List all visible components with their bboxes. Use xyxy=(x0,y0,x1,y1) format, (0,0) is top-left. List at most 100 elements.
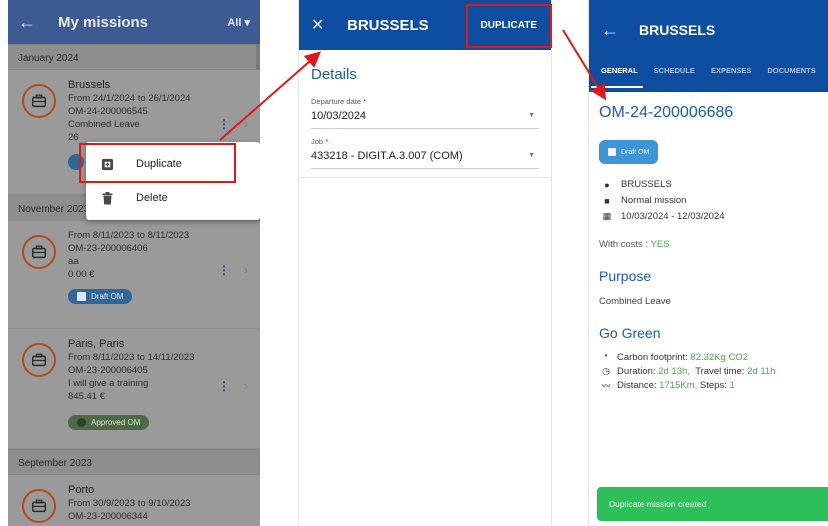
duplicate-form-screen: ✕ BRUSSELS DUPLICATE Details Departure d… xyxy=(298,0,552,526)
tab-documents[interactable]: DOCUMENTS xyxy=(759,60,823,75)
briefcase-icon xyxy=(22,84,56,118)
mission-type-row: ■ Normal mission xyxy=(599,194,818,207)
tab-general[interactable]: GENERAL xyxy=(593,60,646,75)
carbon-label: Carbon footprint: xyxy=(617,352,688,363)
job-value[interactable]: 433218 - DIGIT.A.3.007 (COM) xyxy=(311,146,539,169)
divider xyxy=(299,177,551,178)
status-badge: Approved OM xyxy=(68,415,150,430)
date-range-value: 10/03/2024 - 12/03/2024 xyxy=(621,211,725,222)
list-header: ← My missions All ▾ xyxy=(8,0,260,44)
list-item[interactable]: Porto From 30/9/2023 to 9/10/2023 OM-23-… xyxy=(8,475,260,526)
destination-row: ● BRUSSELS xyxy=(599,178,818,191)
kebab-icon[interactable]: ⋮ xyxy=(218,379,230,393)
distance-value: 1715Km, xyxy=(659,380,698,391)
costs-row: With costs : YES xyxy=(599,239,818,250)
chevron-down-icon: ▼ xyxy=(528,152,535,159)
distance-label: Distance: xyxy=(617,380,657,391)
annotation-highlight-duplicate-button xyxy=(466,4,552,48)
costs-value: YES xyxy=(650,239,670,250)
mission-number: OM-23-200006406 xyxy=(68,243,148,254)
duration-value: 2d 13h, xyxy=(658,366,690,377)
mission-number: OM-23-200006344 xyxy=(68,511,148,522)
mission-number: OM-23-200006405 xyxy=(68,365,148,376)
form-title: BRUSSELS xyxy=(347,16,429,34)
departure-date-value[interactable]: 10/03/2024 xyxy=(311,106,539,129)
list-item[interactable]: From 8/11/2023 to 8/11/2023 OM-23-200006… xyxy=(8,221,260,329)
purpose-title: Purpose xyxy=(599,268,652,284)
duration-row: ◷ Duration: 2d 13h, Travel time: 2d 11h xyxy=(599,365,818,378)
travel-value: 2d 11h xyxy=(747,366,776,377)
menu-item-delete[interactable]: Delete xyxy=(86,180,260,216)
field-label: Departure date * xyxy=(311,97,539,106)
duration-label: Duration: xyxy=(617,366,656,377)
steps-value: 1 xyxy=(729,380,735,391)
back-arrow-icon[interactable]: ← xyxy=(18,12,46,33)
required-mark: * xyxy=(325,137,329,146)
destination-value: BRUSSELS xyxy=(621,179,672,190)
chevron-right-icon: › xyxy=(244,379,248,393)
detail-header: ← BRUSSELS xyxy=(589,0,828,60)
kebab-icon[interactable]: ⋮ xyxy=(218,117,230,131)
filter-label: All xyxy=(227,16,242,29)
date-range-row: ▦ 10/03/2024 - 12/03/2024 xyxy=(599,210,818,223)
pencil-icon xyxy=(77,292,86,301)
list-item[interactable]: Paris, Paris From 8/11/2023 to 14/11/202… xyxy=(8,329,260,449)
status-badge: Draft OM xyxy=(599,140,659,164)
tab-schedule[interactable]: SCHEDULE xyxy=(646,60,703,75)
back-arrow-icon[interactable]: ← xyxy=(601,20,625,41)
footprint-icon: ❛ xyxy=(604,352,608,362)
mission-detail-screen: ← BRUSSELS GENERAL SCHEDULE EXPENSES DOC… xyxy=(588,0,828,526)
detail-title: BRUSSELS xyxy=(639,22,716,38)
suitcase-icon: ■ xyxy=(604,195,610,206)
mission-dates: From 24/1/2024 to 26/1/2024 xyxy=(68,93,191,104)
group-header: January 2024 xyxy=(8,44,260,70)
mission-name: Porto xyxy=(68,484,95,496)
detail-body: OM-24-200006686 Draft OM ● BRUSSELS ■ No… xyxy=(589,104,828,392)
close-icon[interactable]: ✕ xyxy=(311,15,331,35)
go-green-title: Go Green xyxy=(599,325,661,341)
status-badge-label: Draft OM xyxy=(91,292,124,301)
page-title: My missions xyxy=(58,13,149,31)
mission-dates: From 30/9/2023 to 9/10/2023 xyxy=(68,498,191,509)
clock-icon: ◷ xyxy=(602,366,610,376)
filter-dropdown[interactable]: All ▾ xyxy=(227,16,250,29)
carbon-value: 82.32Kg CO2 xyxy=(690,352,748,363)
status-badge: Draft OM xyxy=(68,289,133,304)
departure-label: Departure date xyxy=(311,97,362,106)
success-toast: Duplicate mission created xyxy=(597,487,828,521)
missions-list-screen: ← My missions All ▾ January 2024 Brussel… xyxy=(8,0,260,526)
kebab-icon[interactable]: ⋮ xyxy=(218,263,230,277)
costs-label: With costs : xyxy=(599,239,649,250)
trash-icon xyxy=(100,191,114,205)
calendar-icon: ▦ xyxy=(602,211,612,221)
pencil-icon xyxy=(608,148,616,156)
group-header: September 2023 xyxy=(8,449,260,475)
location-pin-icon: ● xyxy=(604,179,610,190)
status-badge-label: Draft OM xyxy=(621,148,650,156)
job-field[interactable]: Job * 433218 - DIGIT.A.3.007 (COM) ▼ xyxy=(299,137,551,169)
purpose-value: Combined Leave xyxy=(599,296,671,307)
trend-icon: 〰 xyxy=(601,381,611,391)
check-circle-icon xyxy=(77,418,86,427)
chevron-down-icon: ▼ xyxy=(528,112,535,119)
briefcase-icon xyxy=(22,489,56,523)
mission-name: Brussels xyxy=(68,79,111,91)
screenshot-root: ← My missions All ▾ January 2024 Brussel… xyxy=(0,0,828,526)
status-badge-label: Approved OM xyxy=(91,418,141,427)
annotation-highlight-duplicate xyxy=(79,143,236,183)
departure-date-field[interactable]: Departure date * 10/03/2024 ▼ xyxy=(299,97,551,129)
briefcase-icon xyxy=(22,343,56,377)
mission-name: Paris, Paris xyxy=(68,338,125,350)
field-label: Job * xyxy=(311,137,539,146)
tab-bar: GENERAL SCHEDULE EXPENSES DOCUMENTS xyxy=(589,60,828,92)
mission-number: OM-24-200006686 xyxy=(599,104,734,121)
tab-expenses[interactable]: EXPENSES xyxy=(703,60,759,75)
steps-label: Steps: xyxy=(699,380,727,391)
chevron-down-icon: ▾ xyxy=(244,16,250,29)
mission-dates: From 8/11/2023 to 14/11/2023 xyxy=(68,352,195,363)
briefcase-icon xyxy=(22,235,56,269)
active-tab-indicator xyxy=(591,86,643,88)
chevron-right-icon: › xyxy=(244,263,248,277)
mission-type-value: Normal mission xyxy=(621,195,687,206)
menu-item-label: Delete xyxy=(136,192,168,204)
